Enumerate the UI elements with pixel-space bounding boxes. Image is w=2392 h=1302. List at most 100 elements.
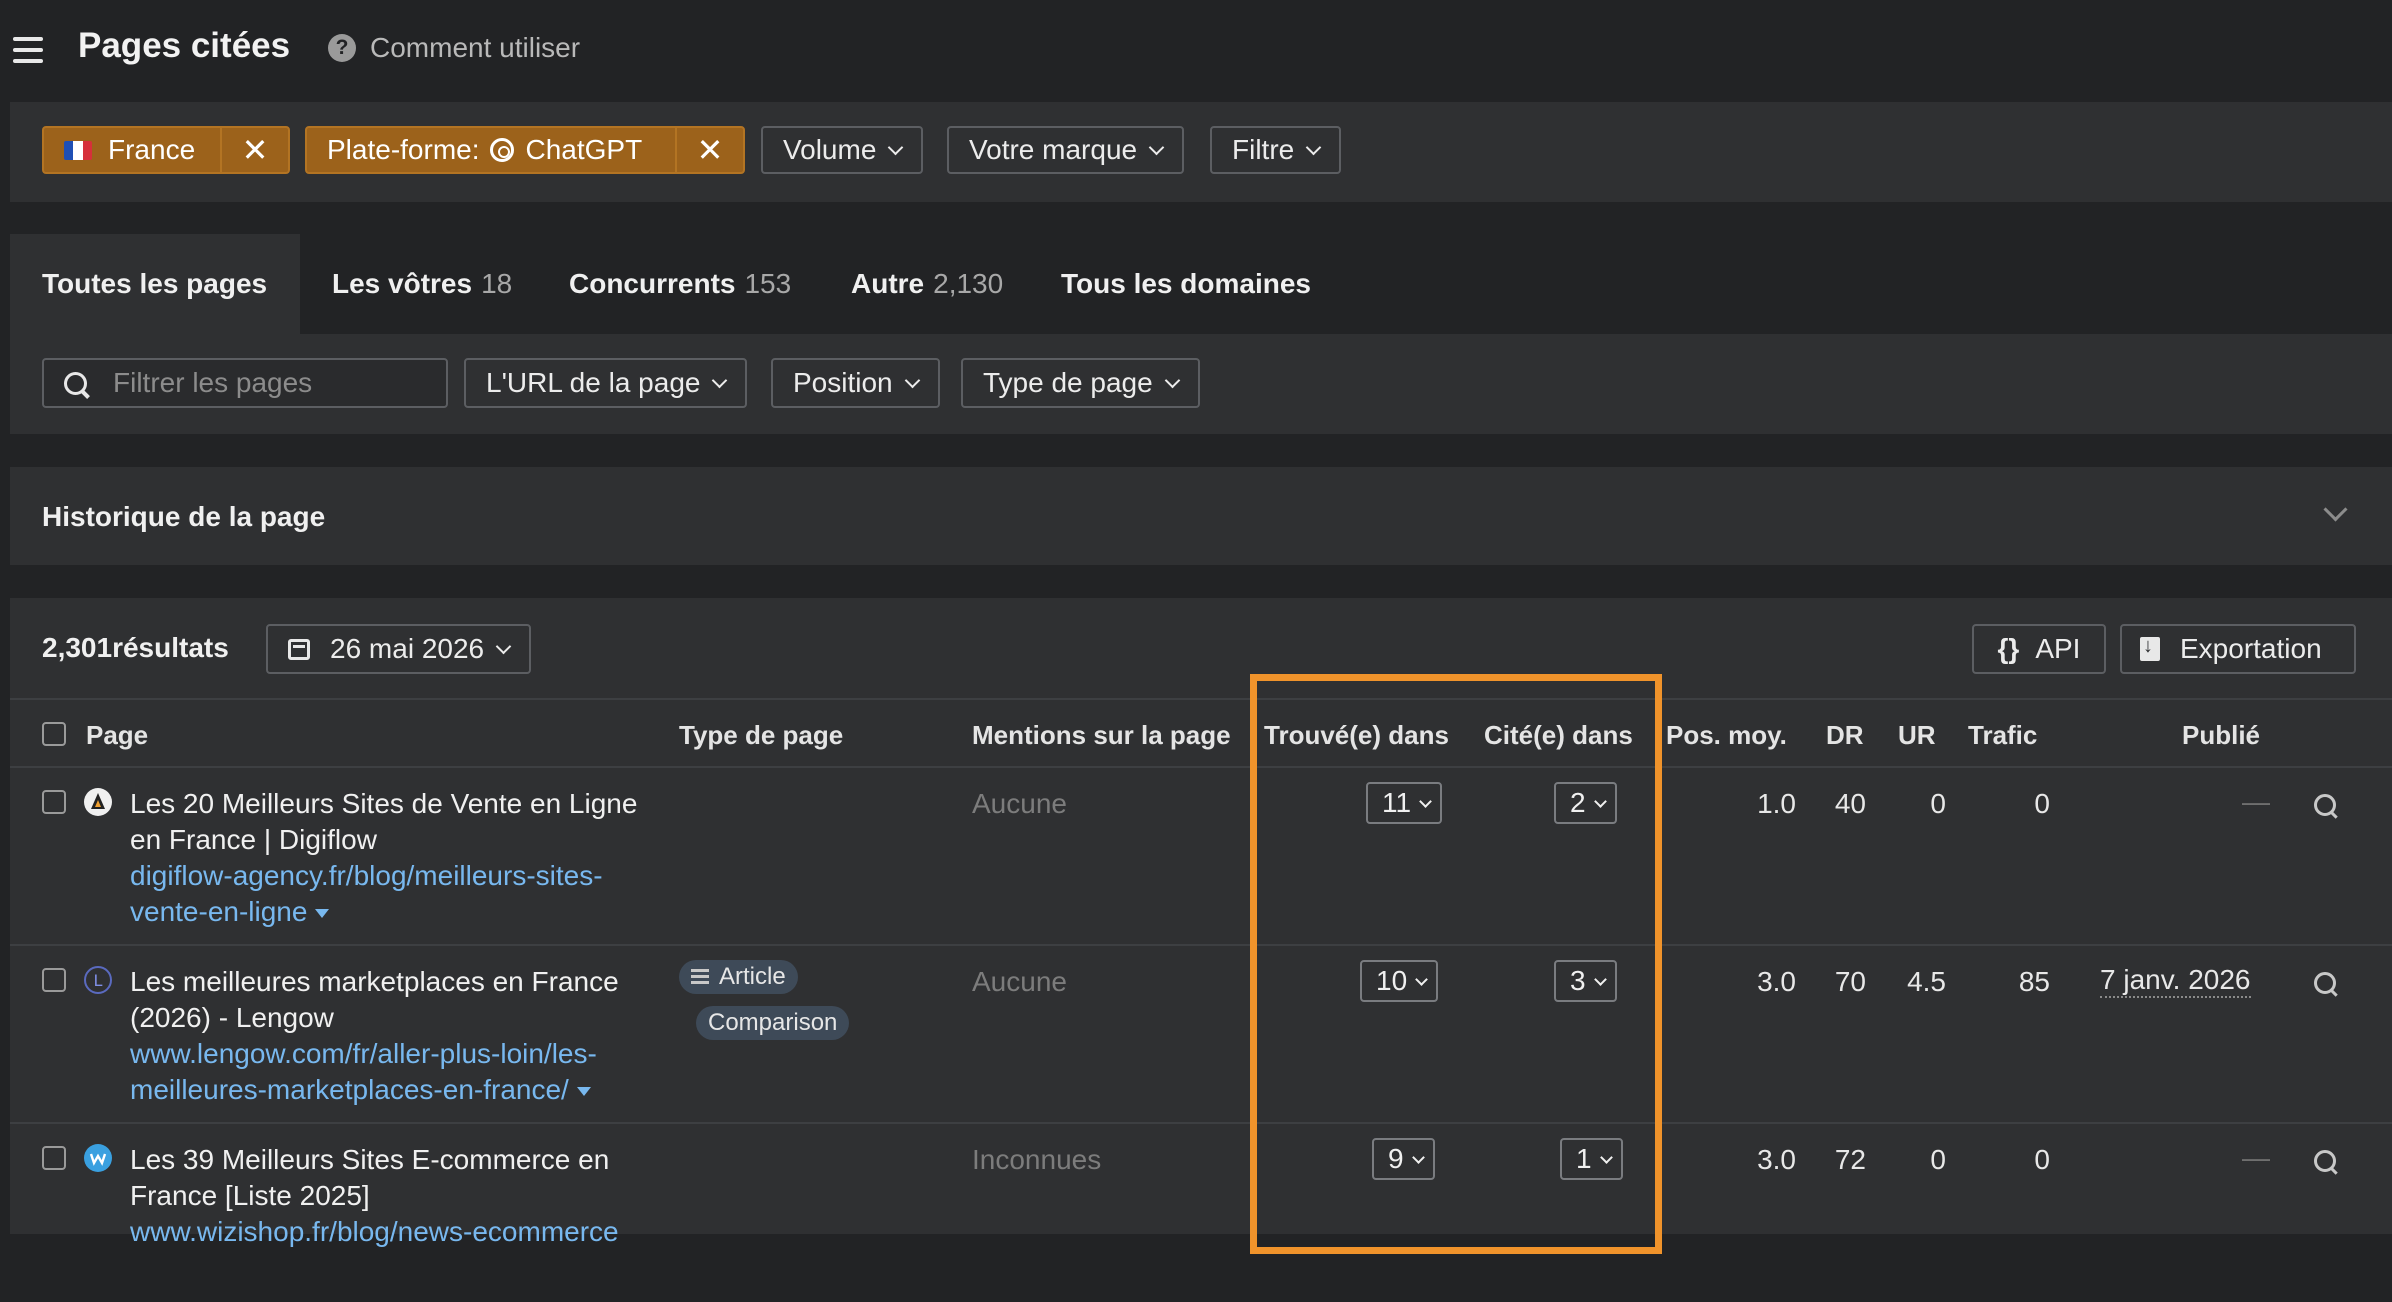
api-button[interactable]: {} API [1972,624,2106,674]
table-header: Page Type de page Mentions sur la page T… [10,698,2392,768]
table-row: Les 20 Meilleurs Sites de Vente en Ligne… [10,768,2392,946]
traffic-cell: 0 [2034,788,2050,819]
found-in-select[interactable]: 10 [1360,960,1439,1002]
page-url-link[interactable]: www.wizishop.fr/blog/news-ecommerce [130,1214,660,1250]
filter-label: Filtre [1232,134,1295,165]
cited-in-value: 3 [1570,965,1586,996]
remove-platform-filter-button[interactable]: ✕ [675,128,743,172]
page-url[interactable]: www.wizishop.fr/blog/news-ecommerce [130,1216,619,1247]
svg-text:L: L [94,971,103,990]
brand-dropdown[interactable]: Votre marque [947,126,1185,174]
cited-in-select[interactable]: 1 [1560,1138,1623,1180]
mentions-cell: Aucune [972,966,1067,997]
export-label: Exportation [2180,633,2322,664]
column-page[interactable]: Page [86,720,148,751]
export-button[interactable]: Exportation [2120,624,2356,674]
column-page-type[interactable]: Type de page [679,720,843,751]
position-dropdown[interactable]: Position [771,358,940,408]
tab-label: Tous les domaines [1061,268,1311,299]
volume-dropdown[interactable]: Volume [761,126,924,174]
page-url[interactable]: www.lengow.com/fr/aller-plus-loin/les-me… [130,1038,597,1105]
help-link[interactable]: ? Comment utiliser [328,32,580,64]
cited-in-value: 1 [1576,1143,1592,1174]
found-in-value: 11 [1382,787,1412,818]
search-icon[interactable] [2314,972,2336,994]
column-cited-in[interactable]: Cité(e) dans [1484,720,1633,751]
row-checkbox[interactable] [42,968,66,992]
column-dr[interactable]: DR [1826,720,1864,751]
tab-label: Les vôtres [332,268,473,299]
chevron-down-icon [1415,972,1429,986]
tab-bar: Toutes les pages Les vôtres 18 Concurrent… [10,234,2392,334]
chevron-down-icon [1593,794,1607,808]
cited-in-select[interactable]: 2 [1554,782,1617,824]
platform-filter[interactable]: Plate-forme: ChatGPT [307,128,675,172]
chatgpt-icon [489,138,514,162]
select-all-checkbox[interactable] [42,722,66,746]
mentions-cell: Inconnues [972,1144,1102,1175]
traffic-cell: 0 [2034,1144,2050,1175]
ur-cell: 4.5 [1907,966,1946,997]
chevron-down-icon [1411,1150,1425,1164]
country-label: France [108,134,196,165]
country-filter[interactable]: France [44,128,220,172]
caret-down-icon[interactable] [315,909,330,919]
tab-competitors[interactable]: Concurrents 153 [569,234,791,334]
page-url-link[interactable]: www.lengow.com/fr/aller-plus-loin/les-me… [130,1036,660,1108]
column-ur[interactable]: UR [1898,720,1936,751]
page-url-dropdown[interactable]: L'URL de la page [464,358,748,408]
row-checkbox[interactable] [42,790,66,814]
api-label: API [2035,633,2081,664]
remove-country-filter-button[interactable]: ✕ [220,128,288,172]
found-in-select[interactable]: 9 [1372,1138,1435,1180]
tab-other[interactable]: Autre 2,130 [851,234,1003,334]
tab-all-domains[interactable]: Tous les domaines [1061,234,1311,334]
avg-position-cell: 3.0 [1757,1144,1796,1175]
france-flag-icon [64,140,92,160]
page-url-link[interactable]: digiflow-agency.fr/blog/meilleurs-sites-… [130,858,660,930]
cited-in-select[interactable]: 3 [1554,960,1617,1002]
site-favicon-icon [84,788,112,816]
page-title-link[interactable]: Les meilleures marketplaces en France (2… [130,964,660,1036]
page-history-section[interactable]: Historique de la page [10,467,2392,565]
page-title: Pages citées [78,26,291,65]
caret-down-icon[interactable] [576,1087,591,1097]
chevron-down-icon [1599,1150,1613,1164]
platform-label: Plate-forme: [327,134,480,165]
tab-all-pages[interactable]: Toutes les pages [10,234,300,334]
chevron-down-icon[interactable] [2323,497,2348,522]
site-favicon-icon [84,1144,112,1172]
page-type-badge-comparison: Comparison [696,1006,850,1040]
tab-label: Concurrents [569,268,736,299]
page-title-link[interactable]: Les 39 Meilleurs Sites E-commerce en Fra… [130,1142,660,1214]
column-published[interactable]: Publié [2182,720,2260,751]
column-traffic[interactable]: Trafic [1968,720,2037,751]
tab-count: 18 [481,268,513,299]
volume-label: Volume [783,134,877,165]
column-found-in[interactable]: Trouvé(e) dans [1264,720,1449,751]
search-icon[interactable] [2314,1150,2336,1172]
found-in-select[interactable]: 11 [1366,782,1443,824]
column-mentions[interactable]: Mentions sur la page [972,720,1231,751]
chevron-down-icon [888,139,904,155]
chevron-down-icon [904,372,920,388]
tab-yours[interactable]: Les vôtres 18 [332,234,512,334]
column-avg-position[interactable]: Pos. moy. [1666,720,1787,751]
country-filter-chip[interactable]: France ✕ [42,126,290,174]
brand-label: Votre marque [969,134,1138,165]
row-checkbox[interactable] [42,1146,66,1170]
tab-label: Autre [851,268,925,299]
menu-icon[interactable] [13,37,43,63]
page-title-link[interactable]: Les 20 Meilleurs Sites de Vente en Ligne… [130,786,660,858]
published-cell: — [2242,1142,2270,1173]
page-url[interactable]: digiflow-agency.fr/blog/meilleurs-sites-… [130,860,603,927]
search-input[interactable]: Filtrer les pages [42,358,448,408]
platform-filter-chip[interactable]: Plate-forme: ChatGPT ✕ [305,126,745,174]
chevron-down-icon [1593,972,1607,986]
date-picker[interactable]: 26 mai 2026 [266,624,532,674]
page-type-dropdown[interactable]: Type de page [961,358,1200,408]
filter-dropdown[interactable]: Filtre [1210,126,1342,174]
search-icon[interactable] [2314,794,2336,816]
page-cell: Les meilleures marketplaces en France (2… [130,964,660,1108]
date-label: 26 mai 2026 [330,633,485,664]
